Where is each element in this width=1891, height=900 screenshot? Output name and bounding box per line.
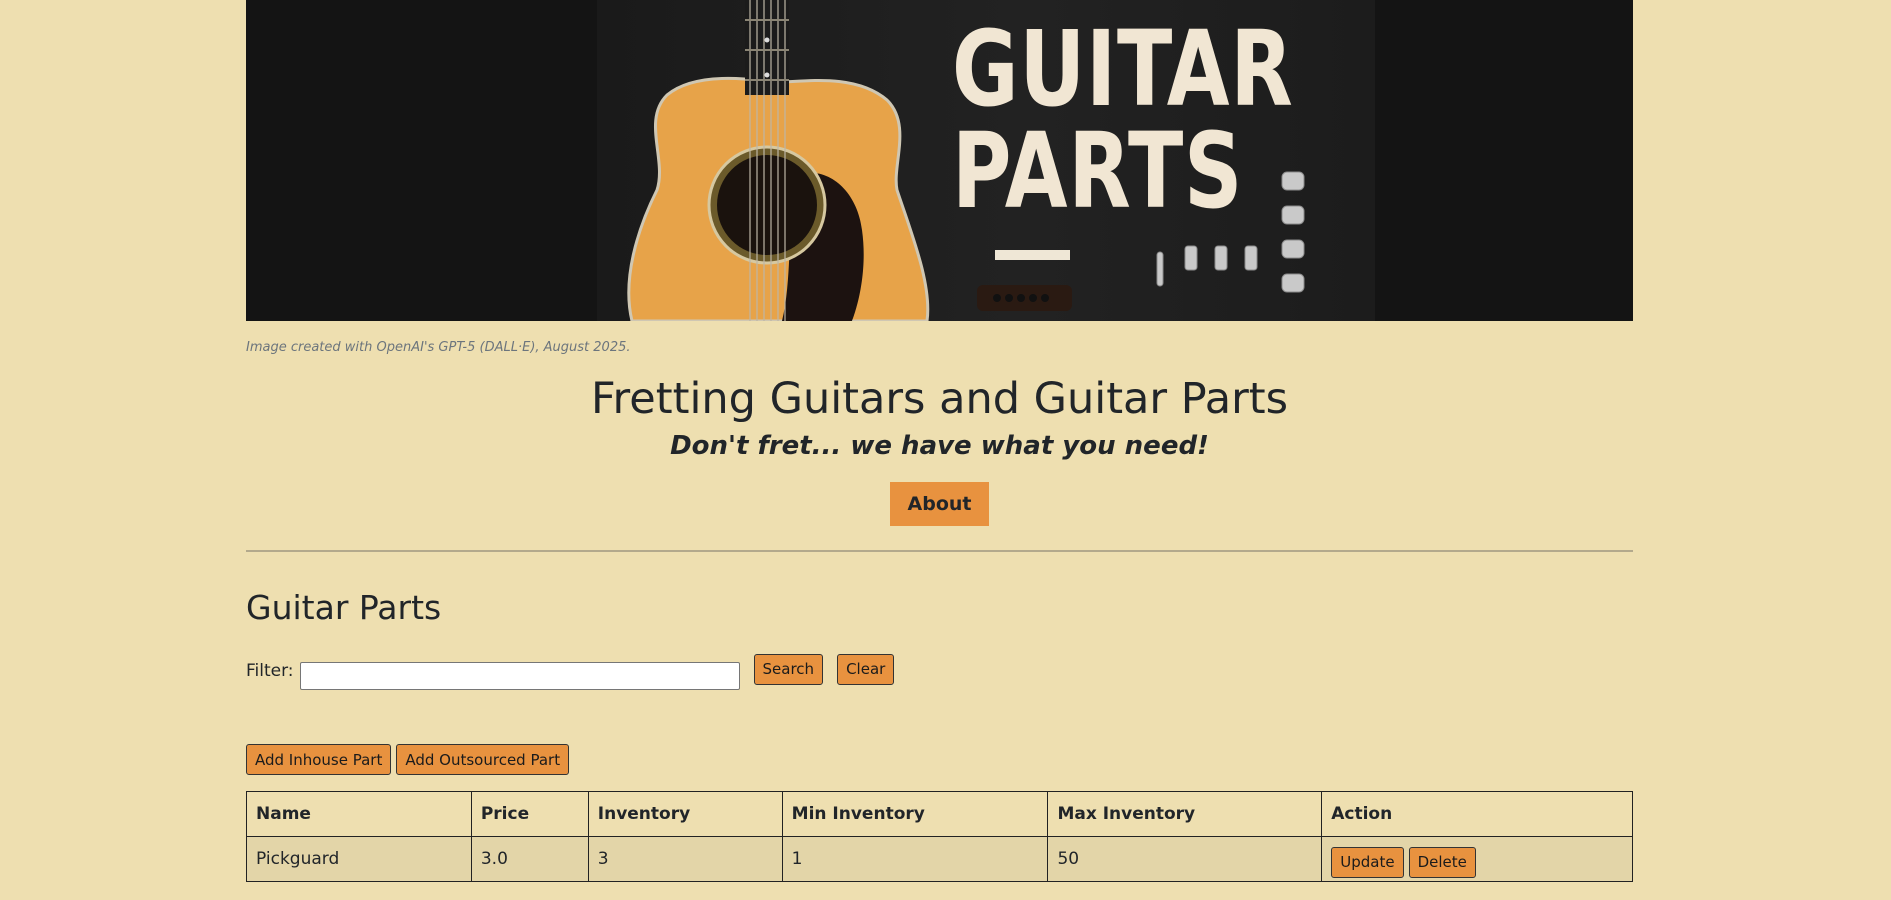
clear-button[interactable]: Clear [837,653,895,685]
search-button[interactable]: Search [753,653,824,685]
filter-input[interactable] [299,662,740,690]
delete-part-button[interactable]: Delete [1408,846,1476,878]
column-header-name: Name [246,791,472,837]
hero-title-text: GUITAR PARTS [952,8,1294,232]
hero-artwork: GUITAR PARTS [597,0,1375,321]
hero-banner-image: GUITAR PARTS [246,0,1633,321]
site-tagline: Don't fret... we have what you need! [670,431,1209,461]
column-header-min-inventory: Min Inventory [781,791,1049,837]
column-header-action: Action [1321,791,1633,837]
about-button[interactable]: About [889,482,990,526]
part-min-inventory-cell: 1 [781,836,1049,882]
section-divider [246,550,1633,552]
part-inventory-cell: 3 [587,836,783,882]
part-name-cell: Pickguard [246,836,472,882]
part-price-cell: 3.0 [470,836,589,882]
add-inhouse-part-button[interactable]: Add Inhouse Part [246,744,392,775]
table-header-row: Name Price Inventory Min Inventory Max I… [246,791,1633,837]
column-header-max-inventory: Max Inventory [1047,791,1323,837]
table-row: Pickguard 3.0 3 1 50 Update Delete [246,836,1633,882]
image-caption: Image created with OpenAI's GPT-5 (DALL·… [246,340,631,355]
part-max-inventory-cell: 50 [1047,836,1323,882]
page-container: GUITAR PARTS Image created with OpenAI's… [246,0,1633,882]
parts-section-title: Guitar Parts [246,588,442,627]
site-title: Fretting Guitars and Guitar Parts [590,374,1289,424]
filter-row: Filter: Search Clear [246,652,1633,690]
filter-label: Filter: [246,661,294,681]
column-header-inventory: Inventory [587,791,783,837]
column-header-price: Price [470,791,589,837]
add-outsourced-part-button[interactable]: Add Outsourced Part [396,744,570,775]
add-part-buttons: Add Inhouse Part Add Outsourced Part [246,744,1633,775]
parts-table: Name Price Inventory Min Inventory Max I… [246,791,1633,882]
part-action-cell: Update Delete [1321,836,1633,882]
update-part-button[interactable]: Update [1331,846,1404,878]
